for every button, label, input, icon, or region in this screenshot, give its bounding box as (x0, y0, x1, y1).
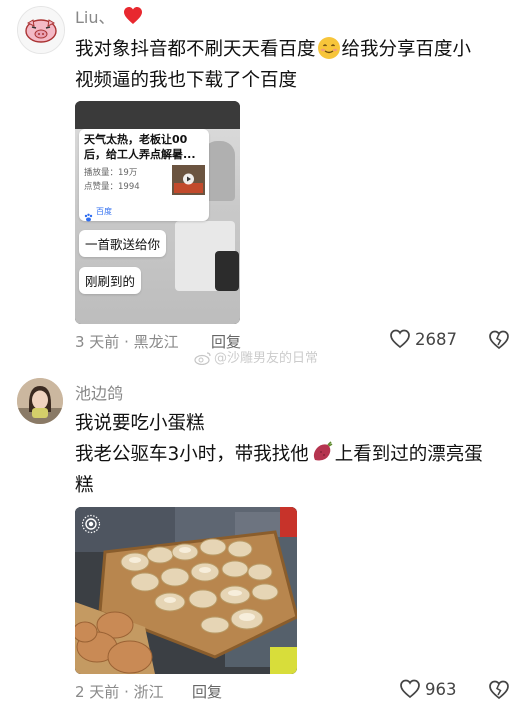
dislike-icon[interactable] (488, 679, 510, 701)
like-icon[interactable] (399, 678, 421, 700)
caption-bubble: 一首歌送给你 (79, 230, 167, 257)
brand-label: 百度 (96, 207, 112, 216)
comment-text-line3: 糕 (75, 475, 94, 496)
reply-button[interactable]: 回复 (192, 681, 222, 702)
video-info-card: 天气太热，老板让00后，给工人弄点解暑... 播放量：19万 点赞量：1994 … (79, 129, 209, 222)
comment-text: 我对象抖音都不刷天天看百度 (75, 39, 316, 60)
caption-bubble: 刚刷到的 (79, 267, 142, 294)
sweet-potato-emoji-icon (310, 441, 334, 465)
watermark-text: @沙雕男友的日常 (214, 351, 319, 366)
like-count: 2687 (415, 329, 457, 349)
comment-text: 我说要吃小蛋糕 (75, 413, 205, 434)
comment-text-tail: 给我分享百度小 (341, 39, 472, 60)
heart-emoji-icon (123, 6, 143, 26)
comment-meta: 3 天前 · 黑龙江 (75, 333, 179, 351)
baidu-paw-icon (84, 207, 93, 222)
comment-text-line2: 视频逼的我也下载了个百度 (75, 70, 298, 91)
play-count: 播放量：19万 (84, 168, 138, 178)
comment-text-tail: 上看到过的漂亮蛋 (334, 444, 483, 465)
video-thumbnail[interactable] (172, 165, 205, 195)
dislike-icon[interactable] (488, 329, 510, 351)
like-icon[interactable] (389, 328, 411, 350)
smile-emoji-icon (317, 36, 341, 60)
weibo-logo-icon (194, 350, 212, 365)
avatar[interactable] (17, 378, 63, 424)
video-card-title: 天气太热，老板让00后，给工人弄点解暑... (84, 133, 196, 161)
caption-text: 一首歌送给你 (85, 237, 161, 252)
attached-image[interactable] (75, 507, 297, 674)
like-count-label: 点赞量：1994 (84, 182, 140, 192)
attached-image[interactable]: 天气太热，老板让00后，给工人弄点解暑... 播放量：19万 点赞量：1994 … (75, 101, 240, 324)
like-count: 963 (425, 679, 457, 699)
comment-text-line2: 我老公驱车3小时，带我找他 (75, 444, 309, 465)
comment-meta: 2 天前 · 浙江 (75, 683, 164, 701)
username[interactable]: 池边鸽 (75, 380, 123, 404)
watermark: @沙雕男友的日常 (194, 347, 318, 366)
username[interactable]: Liu、 (75, 4, 115, 28)
live-photo-icon[interactable] (81, 514, 101, 534)
caption-text: 刚刷到的 (85, 274, 136, 289)
avatar[interactable] (17, 6, 65, 54)
